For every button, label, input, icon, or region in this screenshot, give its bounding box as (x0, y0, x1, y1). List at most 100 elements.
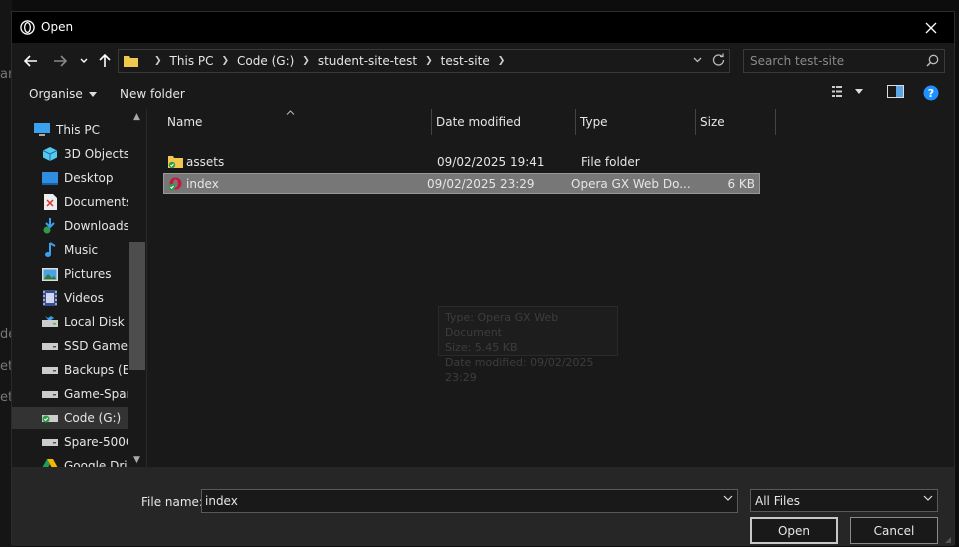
nav-item-game-spare[interactable]: Game-Spare (12, 383, 128, 405)
view-details-icon (832, 86, 842, 97)
dropdown-triangle-icon (855, 89, 863, 94)
search-input[interactable] (744, 50, 914, 72)
breadcrumb-separator-icon[interactable]: ❯ (222, 56, 230, 66)
breadcrumb-separator-icon: ❯ (154, 56, 162, 66)
column-header-type[interactable]: Type (576, 109, 696, 135)
navigation-pane-scrollbar[interactable]: ▲ ▼ (129, 109, 146, 467)
organise-label: Organise (29, 87, 83, 101)
title-bar[interactable]: Open (12, 12, 954, 43)
back-button[interactable] (21, 51, 41, 71)
nav-item-google-drive[interactable]: Google Driv (12, 455, 128, 467)
nav-item-label: Spare-500GE (64, 435, 128, 449)
nav-item-label: Google Driv (64, 459, 128, 467)
new-folder-label: New folder (120, 87, 185, 101)
column-label: Name (167, 115, 203, 129)
breadcrumb-label: Code (G:) (237, 54, 295, 68)
nav-item-label: 3D Objects (64, 147, 128, 161)
forward-button[interactable] (50, 51, 70, 71)
close-icon (925, 22, 937, 33)
nav-item-backups-e[interactable]: Backups (E:) (12, 359, 128, 381)
new-folder-button[interactable]: New folder (120, 87, 185, 101)
svg-text:?: ? (928, 87, 934, 100)
drive-icon (42, 410, 58, 426)
column-header-date-modified[interactable]: Date modified (432, 109, 576, 135)
refresh-icon[interactable] (712, 53, 725, 66)
nav-item-label: This PC (56, 123, 100, 137)
resize-grip-icon[interactable] (944, 536, 952, 544)
preview-pane-button[interactable] (887, 85, 904, 98)
address-history-chevron-icon[interactable] (693, 57, 702, 63)
nav-item-code-g[interactable]: Code (G:) (12, 407, 128, 429)
drive-icon (42, 314, 58, 330)
nav-item-this-pc[interactable]: This PC (12, 119, 128, 141)
3d-objects-icon (42, 146, 58, 162)
scroll-up-icon[interactable]: ▲ (133, 112, 140, 122)
cancel-button-label: Cancel (873, 523, 915, 538)
file-size: 6 KB (727, 177, 755, 191)
dialog-footer: File name: All Files Open Cancel (12, 467, 954, 546)
pictures-icon (42, 266, 58, 282)
tooltip-type: Type: Opera GX Web Document (445, 311, 559, 339)
chevron-down-icon (923, 495, 933, 501)
arrow-up-icon (99, 54, 111, 67)
documents-icon (42, 194, 58, 210)
breadcrumb-separator-icon[interactable]: ❯ (302, 56, 310, 66)
scrollbar-thumb[interactable] (129, 242, 145, 370)
file-row-assets[interactable]: assets 09/02/2025 19:41 File folder (163, 152, 760, 173)
search-box[interactable] (743, 49, 945, 73)
file-name-input[interactable] (205, 494, 705, 508)
file-type-select[interactable]: All Files (750, 489, 938, 512)
drive-icon (42, 362, 58, 378)
column-header-size[interactable]: Size (696, 109, 776, 135)
up-button[interactable] (95, 51, 115, 71)
breadcrumb-code-drive[interactable]: Code (G:) ❯ (237, 54, 318, 68)
column-label: Date modified (436, 115, 522, 129)
breadcrumb-label: student-site-test (317, 54, 418, 68)
breadcrumb-this-pc[interactable]: This PC ❯ (170, 54, 238, 68)
tooltip-size: Size: 5.45 KB (445, 341, 518, 354)
nav-item-label: Videos (64, 291, 104, 305)
desktop-icon (42, 170, 58, 186)
arrow-left-icon (24, 55, 37, 67)
address-bar[interactable]: ❯ This PC ❯ Code (G:) ❯ student-site-test ❯… (118, 49, 730, 73)
cancel-button[interactable]: Cancel (850, 517, 938, 544)
column-label: Size (700, 115, 725, 129)
recent-locations-button[interactable] (74, 51, 94, 71)
file-row-index[interactable]: index 09/02/2025 23:29 Opera GX Web Do..… (163, 173, 760, 194)
breadcrumb-separator-icon[interactable]: ❯ (498, 56, 506, 66)
nav-item-label: SSD Games (64, 339, 128, 353)
nav-item-ssd-games[interactable]: SSD Games (12, 335, 128, 357)
file-type: File folder (581, 155, 640, 169)
chevron-down-icon[interactable] (723, 495, 733, 501)
breadcrumb-label: This PC (169, 54, 214, 68)
file-name: assets (186, 155, 225, 169)
change-view-button[interactable] (832, 85, 863, 98)
drive-icon (42, 338, 58, 354)
breadcrumb-test-site[interactable]: test-site ❯ (441, 54, 514, 68)
open-button[interactable]: Open (750, 517, 838, 544)
organise-button[interactable]: Organise (29, 87, 97, 101)
breadcrumb-student-site-test[interactable]: student-site-test ❯ (318, 54, 441, 68)
nav-item-3d-objects[interactable]: 3D Objects (12, 143, 128, 165)
preview-pane-icon (887, 85, 904, 98)
search-icon[interactable] (926, 54, 939, 67)
pc-icon (34, 122, 50, 138)
scroll-down-icon[interactable]: ▼ (133, 455, 140, 465)
google-drive-icon (42, 458, 58, 467)
file-name-combobox[interactable] (201, 489, 738, 513)
nav-item-music[interactable]: Music (12, 239, 128, 261)
nav-item-videos[interactable]: Videos (12, 287, 128, 309)
close-button[interactable] (908, 12, 954, 43)
nav-item-downloads[interactable]: Downloads (12, 215, 128, 237)
breadcrumb-separator-icon[interactable]: ❯ (425, 56, 433, 66)
nav-item-local-disk-c[interactable]: Local Disk (C (12, 311, 128, 333)
nav-item-desktop[interactable]: Desktop (12, 167, 128, 189)
opera-gx-icon (20, 20, 35, 35)
nav-item-pictures[interactable]: Pictures (12, 263, 128, 285)
file-info-tooltip: Type: Opera GX Web Document Size: 5.45 K… (438, 306, 618, 384)
help-button[interactable]: ? (923, 85, 939, 101)
nav-item-documents[interactable]: Documents (12, 191, 128, 213)
nav-item-spare-500gb[interactable]: Spare-500GE (12, 431, 128, 453)
drive-icon (42, 386, 58, 402)
column-header-name[interactable]: Name (163, 109, 432, 135)
